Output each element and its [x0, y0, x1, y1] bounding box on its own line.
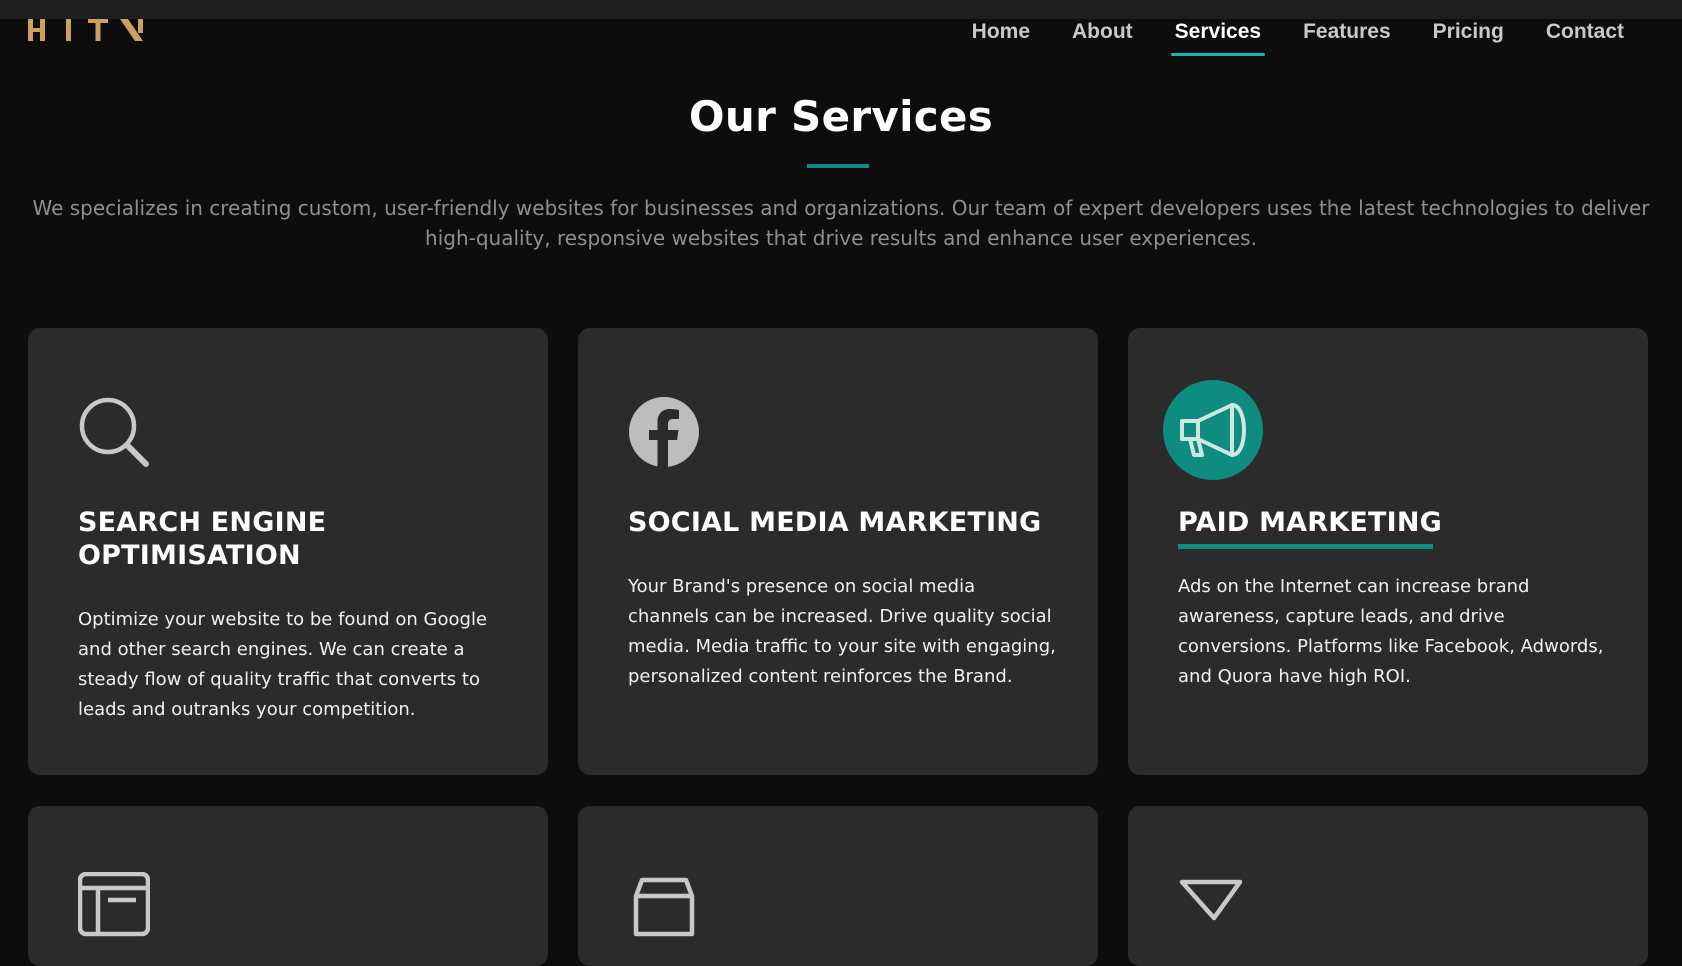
nav-pricing[interactable]: Pricing: [1412, 14, 1525, 56]
nav-home[interactable]: Home: [951, 14, 1051, 56]
nav-features[interactable]: Features: [1282, 14, 1412, 56]
service-card-social[interactable]: SOCIAL MEDIA MARKETING Your Brand's pres…: [578, 328, 1098, 775]
card-title-underline: [1178, 544, 1433, 549]
funnel-icon: [1178, 878, 1250, 950]
browser-window-icon: [77, 871, 151, 944]
site-logo[interactable]: [28, 15, 153, 45]
card-text: Optimize your website to be found on Goo…: [78, 609, 488, 720]
megaphone-icon: [1163, 380, 1263, 480]
nav-about[interactable]: About: [1051, 14, 1154, 56]
card-title: PAID MARKETING: [1178, 507, 1443, 538]
service-card-paid[interactable]: PAID MARKETING Ads on the Internet can i…: [1128, 328, 1648, 775]
service-card-4[interactable]: [28, 806, 548, 966]
title-underline: [807, 164, 869, 168]
nav-contact[interactable]: Contact: [1525, 14, 1645, 56]
card-text: Your Brand's presence on social media ch…: [628, 576, 1056, 687]
section-title: Our Services: [688, 92, 994, 141]
main-nav: Home About Services Features Pricing Con…: [951, 14, 1645, 56]
facebook-icon: [628, 396, 700, 468]
nav-services[interactable]: Services: [1154, 14, 1282, 56]
section-description: We specializes in creating custom, user-…: [32, 196, 1650, 250]
service-card-6[interactable]: [1128, 806, 1648, 966]
card-text: Ads on the Internet can increase brand a…: [1178, 576, 1604, 687]
service-card-5[interactable]: [578, 806, 1098, 966]
service-card-seo[interactable]: SEARCH ENGINE OPTIMISATION Optimize your…: [28, 328, 548, 775]
card-title: SOCIAL MEDIA MARKETING: [628, 507, 1042, 538]
search-icon: [78, 396, 150, 468]
shopping-bag-icon: [628, 872, 700, 944]
site-header: Home About Services Features Pricing Con…: [0, 0, 1682, 60]
card-title: SEARCH ENGINE OPTIMISATION: [78, 507, 327, 571]
